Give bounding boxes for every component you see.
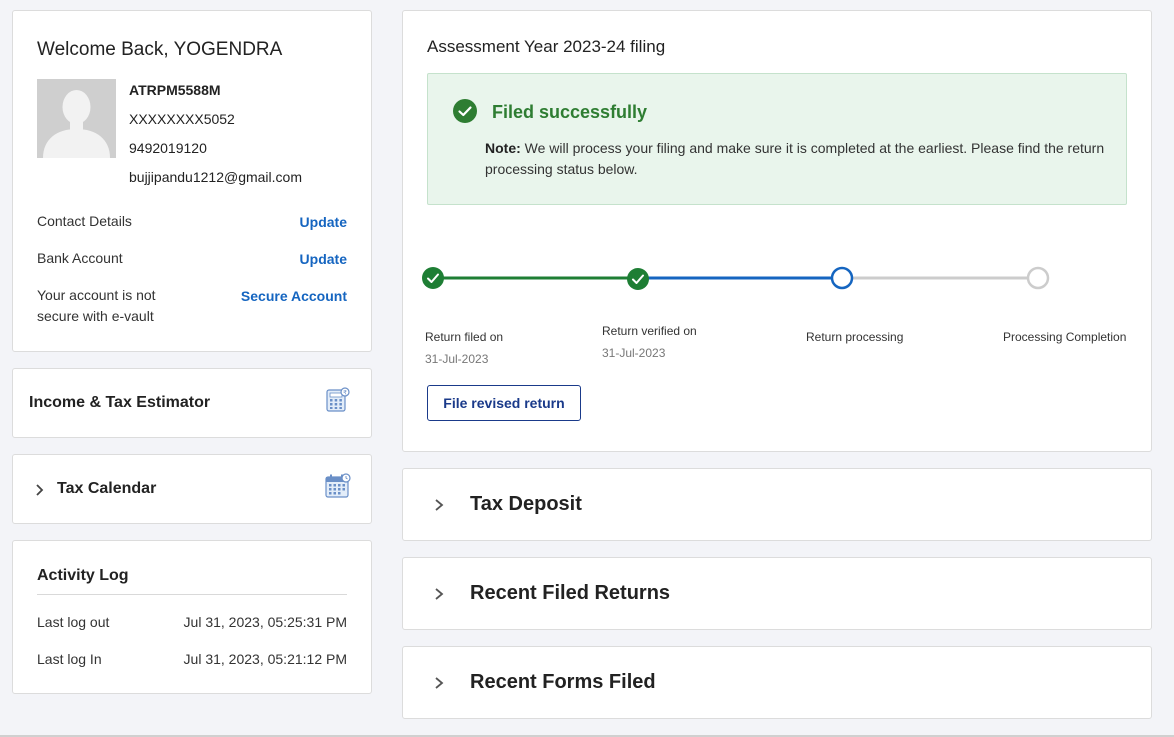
- chevron-right-icon: [435, 588, 444, 600]
- recent-filed-returns-accordion[interactable]: Recent Filed Returns: [402, 557, 1152, 630]
- pan-number: ATRPM5588M: [129, 82, 221, 98]
- avatar: [37, 79, 116, 158]
- aadhaar-number: XXXXXXXX5052: [129, 111, 235, 127]
- last-login-value: Jul 31, 2023, 05:21:12 PM: [183, 651, 347, 667]
- activity-log-card: Activity Log Last log out Jul 31, 2023, …: [12, 540, 372, 694]
- tax-calendar-title: Tax Calendar: [57, 480, 157, 497]
- step-3-current-icon: [830, 266, 854, 290]
- update-contact-link[interactable]: Update: [300, 214, 347, 230]
- step-4-label: Processing Completion: [1003, 330, 1127, 344]
- user-silhouette-icon: [37, 79, 116, 158]
- phone-number: 9492019120: [129, 140, 207, 156]
- chevron-right-icon: [435, 499, 444, 511]
- success-banner: Filed successfully Note: We will process…: [427, 73, 1127, 205]
- assessment-year-title: Assessment Year 2023-24 filing: [427, 37, 666, 56]
- chevron-right-icon: [435, 677, 444, 689]
- step-2-check-icon: [627, 268, 649, 290]
- evault-warning-line-1: Your account is not: [37, 287, 156, 303]
- processing-tracker: [422, 266, 1050, 290]
- recent-forms-filed-accordion[interactable]: Recent Forms Filed: [402, 646, 1152, 719]
- check-circle-icon: [453, 99, 477, 123]
- calculator-icon: ₹: [326, 387, 350, 412]
- evault-warning-line-2: secure with e-vault: [37, 308, 154, 324]
- note-text: We will process your filing and make sur…: [485, 140, 1105, 177]
- filing-status-card: Assessment Year 2023-24 filing Filed suc…: [402, 10, 1152, 452]
- divider: [37, 594, 347, 595]
- contact-details-label: Contact Details: [37, 213, 132, 229]
- income-tax-estimator-card[interactable]: Income & Tax Estimator ₹: [12, 368, 372, 438]
- activity-log-title: Activity Log: [37, 567, 129, 584]
- recent-filed-returns-title: Recent Filed Returns: [470, 582, 671, 604]
- file-revised-return-button[interactable]: File revised return: [427, 385, 581, 421]
- step-2-date: 31-Jul-2023: [602, 346, 666, 360]
- evault-warning: Your account is not secure with e-vault: [37, 285, 156, 327]
- profile-card: Welcome Back, YOGENDRA ATRPM5588M XXXXXX…: [12, 10, 372, 352]
- calendar-icon: [325, 473, 351, 498]
- note-label: Note:: [485, 140, 521, 156]
- email-address: bujjipandu1212@gmail.com: [129, 169, 302, 185]
- step-1-label: Return filed on: [425, 330, 504, 344]
- secure-account-link[interactable]: Secure Account: [241, 288, 347, 304]
- filed-successfully-title: Filed successfully: [492, 102, 648, 122]
- last-login-label: Last log In: [37, 651, 102, 667]
- step-4-pending-icon: [1026, 266, 1050, 290]
- tax-deposit-accordion[interactable]: Tax Deposit: [402, 468, 1152, 541]
- tax-calendar-card[interactable]: Tax Calendar: [12, 454, 372, 524]
- update-bank-link[interactable]: Update: [300, 251, 347, 267]
- bank-account-label: Bank Account: [37, 250, 123, 266]
- last-logout-value: Jul 31, 2023, 05:25:31 PM: [183, 614, 347, 630]
- step-3-label: Return processing: [806, 330, 904, 344]
- processing-note: Note: We will process your filing and ma…: [485, 138, 1115, 180]
- welcome-heading: Welcome Back, YOGENDRA: [37, 39, 283, 60]
- tax-deposit-title: Tax Deposit: [470, 493, 582, 515]
- estimator-title: Income & Tax Estimator: [29, 394, 211, 411]
- svg-text:₹: ₹: [343, 390, 347, 397]
- step-1-date: 31-Jul-2023: [425, 352, 489, 366]
- last-logout-label: Last log out: [37, 614, 110, 630]
- step-1-check-icon: [422, 267, 444, 289]
- chevron-right-icon: [36, 484, 44, 496]
- step-2-label: Return verified on: [602, 324, 697, 338]
- recent-forms-filed-title: Recent Forms Filed: [470, 671, 656, 693]
